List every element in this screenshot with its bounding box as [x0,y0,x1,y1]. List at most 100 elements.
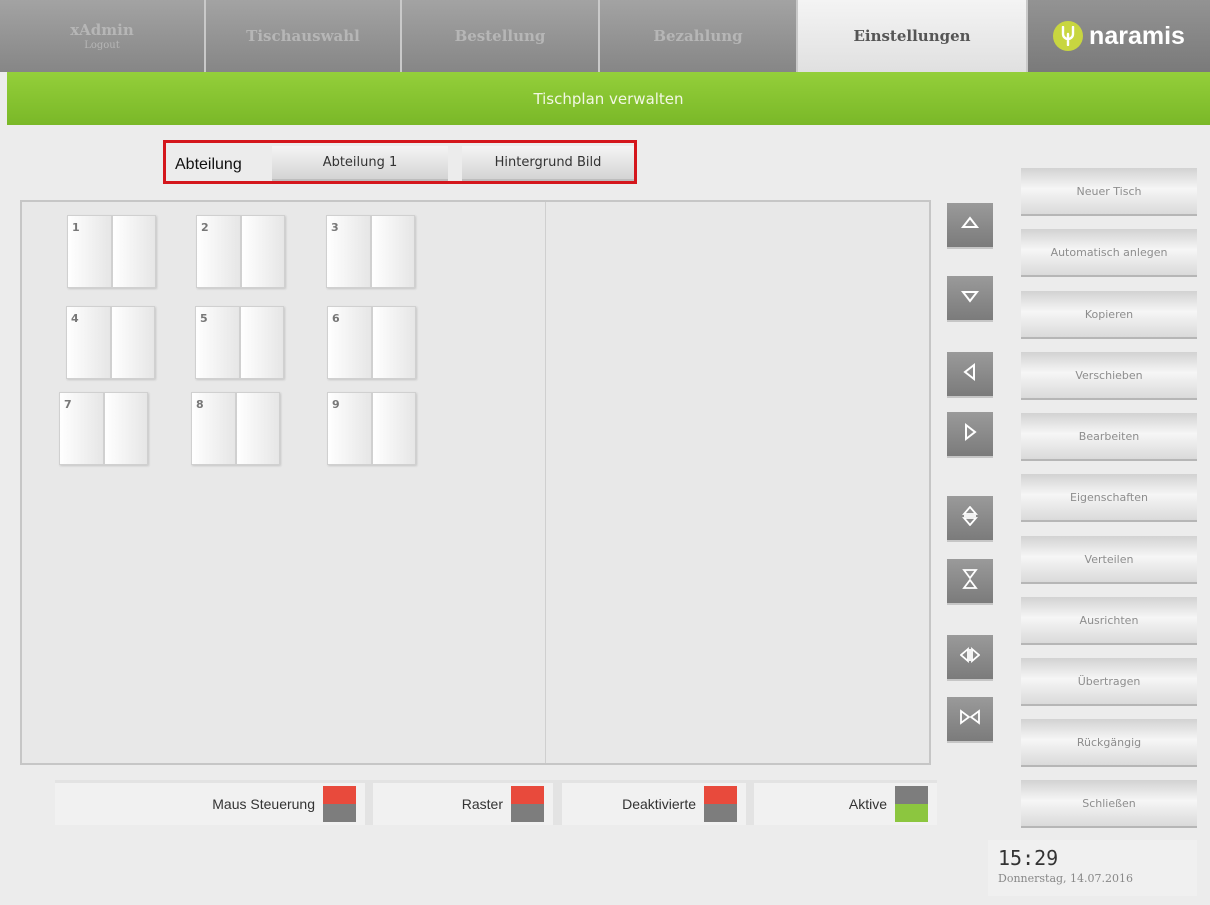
clock-time: 15:29 [998,846,1059,870]
fork-icon [1053,21,1084,51]
edit-button[interactable]: Bearbeiten [1021,413,1197,461]
expand-vertical-icon [960,505,980,530]
grid-label: Raster [461,796,503,812]
table-1[interactable]: 1 [67,215,156,288]
expand-horizontal-icon [959,645,981,669]
table-8[interactable]: 8 [191,392,280,465]
table-4[interactable]: 4 [66,306,155,379]
mouse-control-toggle[interactable]: Maus Steuerung [55,783,365,825]
triangle-down-icon [960,286,980,310]
triangle-left-icon [960,362,980,386]
table-number: 3 [331,221,339,234]
table-number: 2 [201,221,209,234]
table-9[interactable]: 9 [327,392,416,465]
triangle-right-icon [960,422,980,446]
table-half [110,306,155,379]
contract-vertical-button[interactable] [947,559,993,605]
table-half [111,215,156,288]
table-5[interactable]: 5 [195,306,284,379]
swatch-bottom [704,804,737,822]
background-image-button[interactable]: Hintergrund Bild [462,146,634,181]
table-7[interactable]: 7 [59,392,148,465]
table-half [235,392,280,465]
naramis-logo: naramis [1028,0,1210,72]
table-number: 9 [332,398,340,411]
table-half [239,306,284,379]
expand-vertical-button[interactable] [947,496,993,542]
triangle-up-icon [960,213,980,237]
table-half [371,392,416,465]
mouse-control-label: Maus Steuerung [212,796,315,812]
table-number: 7 [64,398,72,411]
swatch-top [704,786,737,804]
tab-tischauswahl[interactable]: Tischauswahl [206,0,402,72]
tab-bezahlung[interactable]: Bezahlung [600,0,798,72]
swatch-bottom [323,804,356,822]
tab-xadmin-label: xAdmin [70,21,134,39]
contract-vertical-icon [960,569,980,593]
swatch-top [323,786,356,804]
move-down-button[interactable] [947,276,993,322]
mouse-control-swatch [323,786,356,822]
tab-bestellung[interactable]: Bestellung [402,0,600,72]
table-half [240,215,285,288]
expand-horizontal-button[interactable] [947,635,993,681]
table-number: 6 [332,312,340,325]
undo-button[interactable]: Rückgängig [1021,719,1197,767]
properties-button[interactable]: Eigenschaften [1021,474,1197,522]
canvas-divider [545,202,546,763]
tab-tischauswahl-label: Tischauswahl [246,27,360,45]
move-button[interactable]: Verschieben [1021,352,1197,400]
clock: 15:29 Donnerstag, 14.07.2016 [988,840,1197,896]
section-selector: Abteilung Abteilung 1 Hintergrund Bild [163,140,637,184]
grid-toggle[interactable]: Raster [373,783,553,825]
section-label: Abteilung [175,156,242,173]
table-half [370,215,415,288]
clock-date: Donnerstag, 14.07.2016 [998,872,1134,885]
deactivated-toggle[interactable]: Deaktivierte [562,783,746,825]
tab-bezahlung-label: Bezahlung [653,27,743,45]
table-2[interactable]: 2 [196,215,285,288]
table-3[interactable]: 3 [326,215,415,288]
move-left-button[interactable] [947,352,993,398]
close-button[interactable]: Schließen [1021,780,1197,828]
move-up-button[interactable] [947,203,993,249]
table-number: 8 [196,398,204,411]
swatch-bottom [895,804,928,822]
table-number: 5 [200,312,208,325]
active-swatch [895,786,928,822]
page-title-banner: Tischplan verwalten [7,72,1210,125]
tab-xadmin[interactable]: xAdmin Logout [0,0,206,72]
tab-einstellungen[interactable]: Einstellungen [798,0,1028,72]
active-toggle[interactable]: Aktive [754,783,937,825]
copy-button[interactable]: Kopieren [1021,291,1197,339]
table-number: 1 [72,221,80,234]
tab-einstellungen-label: Einstellungen [853,27,971,45]
auto-create-button[interactable]: Automatisch anlegen [1021,229,1197,277]
contract-horizontal-button[interactable] [947,697,993,743]
transfer-button[interactable]: Übertragen [1021,658,1197,706]
table-half [371,306,416,379]
table-number: 4 [71,312,79,325]
logout-link[interactable]: Logout [84,40,120,51]
new-table-button[interactable]: Neuer Tisch [1021,168,1197,216]
grid-swatch [511,786,544,822]
deactivated-swatch [704,786,737,822]
active-label: Aktive [848,796,887,812]
top-navigation: xAdmin Logout Tischauswahl Bestellung Be… [0,0,1210,72]
distribute-button[interactable]: Verteilen [1021,536,1197,584]
table-plan-canvas[interactable]: 1 2 3 4 5 6 7 8 9 [20,200,931,765]
swatch-top [511,786,544,804]
contract-horizontal-icon [960,707,980,731]
deactivated-label: Deaktivierte [622,796,696,812]
logo-text: naramis [1089,21,1185,50]
move-right-button[interactable] [947,412,993,458]
page-title: Tischplan verwalten [533,89,684,108]
swatch-top [895,786,928,804]
swatch-bottom [511,804,544,822]
tab-bestellung-label: Bestellung [454,27,546,45]
align-button[interactable]: Ausrichten [1021,597,1197,645]
section-dropdown-button[interactable]: Abteilung 1 [272,146,448,181]
table-half [103,392,148,465]
table-6[interactable]: 6 [327,306,416,379]
